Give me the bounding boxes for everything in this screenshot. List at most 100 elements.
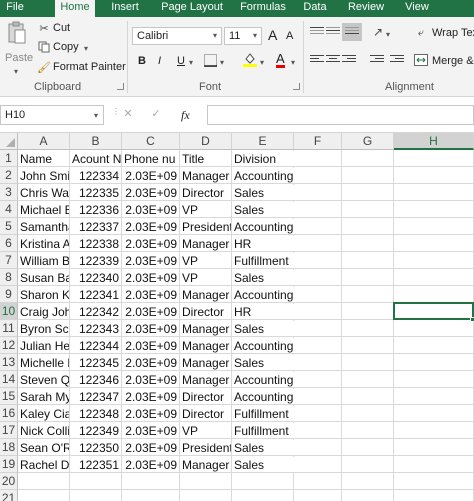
cell-c2[interactable]: 2.03E+09 — [122, 168, 179, 183]
row-header-20[interactable]: 20 — [0, 473, 18, 490]
clipboard-launcher-icon[interactable] — [117, 83, 124, 90]
tab-formulas[interactable]: Formulas — [235, 0, 291, 17]
align-top-icon[interactable] — [310, 27, 324, 39]
format-painter-button[interactable]: Format Painter — [53, 61, 126, 73]
cell-e17[interactable]: Fulfillment — [232, 423, 340, 438]
fill-color-dropdown-icon[interactable]: ▾ — [260, 58, 264, 67]
row-header-9[interactable]: 9 — [0, 286, 18, 303]
grow-font-button[interactable]: A — [268, 27, 277, 43]
cell-d12[interactable]: Manager — [180, 338, 231, 353]
cell-b8[interactable]: 122340 — [70, 270, 121, 285]
row-header-12[interactable]: 12 — [0, 337, 18, 354]
cell-e11[interactable]: Sales — [232, 321, 340, 336]
align-center-icon[interactable] — [326, 55, 340, 67]
row-header-16[interactable]: 16 — [0, 405, 18, 422]
cell-b5[interactable]: 122337 — [70, 219, 121, 234]
cell-a15[interactable]: Sarah Mye — [18, 389, 69, 404]
align-right-icon[interactable] — [342, 55, 356, 67]
cell-b18[interactable]: 122350 — [70, 440, 121, 455]
paste-button[interactable]: Paste — [5, 52, 33, 64]
cell-c8[interactable]: 2.03E+09 — [122, 270, 179, 285]
cell-e8[interactable]: Sales — [232, 270, 340, 285]
cell-b16[interactable]: 122348 — [70, 406, 121, 421]
cell-b14[interactable]: 122346 — [70, 372, 121, 387]
borders-dropdown-icon[interactable]: ▾ — [220, 58, 224, 67]
cell-c19[interactable]: 2.03E+09 — [122, 457, 179, 472]
row-header-13[interactable]: 13 — [0, 354, 18, 371]
cell-e7[interactable]: Fulfillment — [232, 253, 340, 268]
enter-icon[interactable]: ✓ — [149, 107, 163, 121]
wrap-text-button[interactable]: Wrap Tex — [432, 27, 474, 39]
cell-c16[interactable]: 2.03E+09 — [122, 406, 179, 421]
cell-d14[interactable]: Manager — [180, 372, 231, 387]
worksheet-grid[interactable]: A B C D E F G H 1 2 3 4 5 6 7 8 9 10 11 12 13 14 15 16 17 18 19 20 2… — [0, 133, 474, 501]
cell-d13[interactable]: Manager — [180, 355, 231, 370]
increase-indent-icon[interactable] — [390, 55, 404, 67]
cell-d2[interactable]: Manager — [180, 168, 231, 183]
cell-a18[interactable]: Sean O'Re — [18, 440, 69, 455]
cell-a12[interactable]: Julian Her — [18, 338, 69, 353]
cell-b17[interactable]: 122349 — [70, 423, 121, 438]
cell-e1[interactable]: Division — [232, 151, 340, 166]
font-name-dropdown-icon[interactable]: ▾ — [213, 31, 217, 40]
cell-b13[interactable]: 122345 — [70, 355, 121, 370]
column-header-d[interactable]: D — [180, 133, 232, 150]
format-painter-icon[interactable]: 🖌 — [37, 61, 51, 74]
cell-a17[interactable]: Nick Collin — [18, 423, 69, 438]
cell-e10[interactable]: HR — [232, 304, 340, 319]
cell-c5[interactable]: 2.03E+09 — [122, 219, 179, 234]
formula-bar-grip-icon[interactable]: ⋮ — [112, 108, 120, 120]
row-header-7[interactable]: 7 — [0, 252, 18, 269]
tab-data[interactable]: Data — [299, 0, 331, 17]
name-box[interactable]: H10 — [0, 105, 104, 125]
cell-b1[interactable]: Acount Nu — [70, 151, 121, 166]
select-all-button[interactable] — [0, 133, 18, 150]
cell-e12[interactable]: Accounting — [232, 338, 340, 353]
font-color-button[interactable]: A — [276, 52, 285, 68]
cell-b4[interactable]: 122336 — [70, 202, 121, 217]
column-header-f[interactable]: F — [294, 133, 342, 150]
align-left-icon[interactable] — [310, 55, 324, 67]
cell-e18[interactable]: Sales — [232, 440, 340, 455]
merge-icon[interactable] — [414, 54, 428, 66]
row-header-10[interactable]: 10 — [0, 303, 18, 320]
cell-e5[interactable]: Accounting — [232, 219, 340, 234]
row-header-1[interactable]: 1 — [0, 150, 18, 167]
tab-file[interactable]: File — [0, 0, 30, 17]
fill-color-icon[interactable] — [243, 52, 257, 68]
cell-e15[interactable]: Accounting — [232, 389, 340, 404]
cell-d4[interactable]: VP — [180, 202, 231, 217]
cell-e3[interactable]: Sales — [232, 185, 340, 200]
tab-view[interactable]: View — [401, 0, 433, 17]
cell-b11[interactable]: 122343 — [70, 321, 121, 336]
cell-c14[interactable]: 2.03E+09 — [122, 372, 179, 387]
cell-e6[interactable]: HR — [232, 236, 340, 251]
cell-d9[interactable]: Manager — [180, 287, 231, 302]
cell-d15[interactable]: Director — [180, 389, 231, 404]
row-header-6[interactable]: 6 — [0, 235, 18, 252]
column-header-h[interactable]: H — [394, 133, 474, 150]
paste-icon[interactable] — [6, 21, 28, 45]
cancel-icon[interactable]: ✕ — [121, 107, 135, 121]
shrink-font-button[interactable]: A — [286, 30, 293, 42]
font-size-dropdown-icon[interactable]: ▾ — [253, 31, 257, 40]
cell-e13[interactable]: Sales — [232, 355, 340, 370]
cell-d11[interactable]: Manager — [180, 321, 231, 336]
cell-e14[interactable]: Accounting — [232, 372, 340, 387]
row-header-3[interactable]: 3 — [0, 184, 18, 201]
formula-input[interactable] — [207, 105, 474, 125]
underline-dropdown-icon[interactable]: ▾ — [189, 58, 193, 67]
cell-a19[interactable]: Rachel Da — [18, 457, 69, 472]
cell-b9[interactable]: 122341 — [70, 287, 121, 302]
cell-b2[interactable]: 122334 — [70, 168, 121, 183]
row-header-11[interactable]: 11 — [0, 320, 18, 337]
cell-a3[interactable]: Chris Walt — [18, 185, 69, 200]
cell-c4[interactable]: 2.03E+09 — [122, 202, 179, 217]
cell-a4[interactable]: Michael B — [18, 202, 69, 217]
cell-a11[interactable]: Byron Sch — [18, 321, 69, 336]
align-middle-icon[interactable] — [326, 27, 340, 39]
tab-review[interactable]: Review — [343, 0, 389, 17]
cell-e16[interactable]: Fulfillment — [232, 406, 340, 421]
row-header-14[interactable]: 14 — [0, 371, 18, 388]
cell-d16[interactable]: Director — [180, 406, 231, 421]
